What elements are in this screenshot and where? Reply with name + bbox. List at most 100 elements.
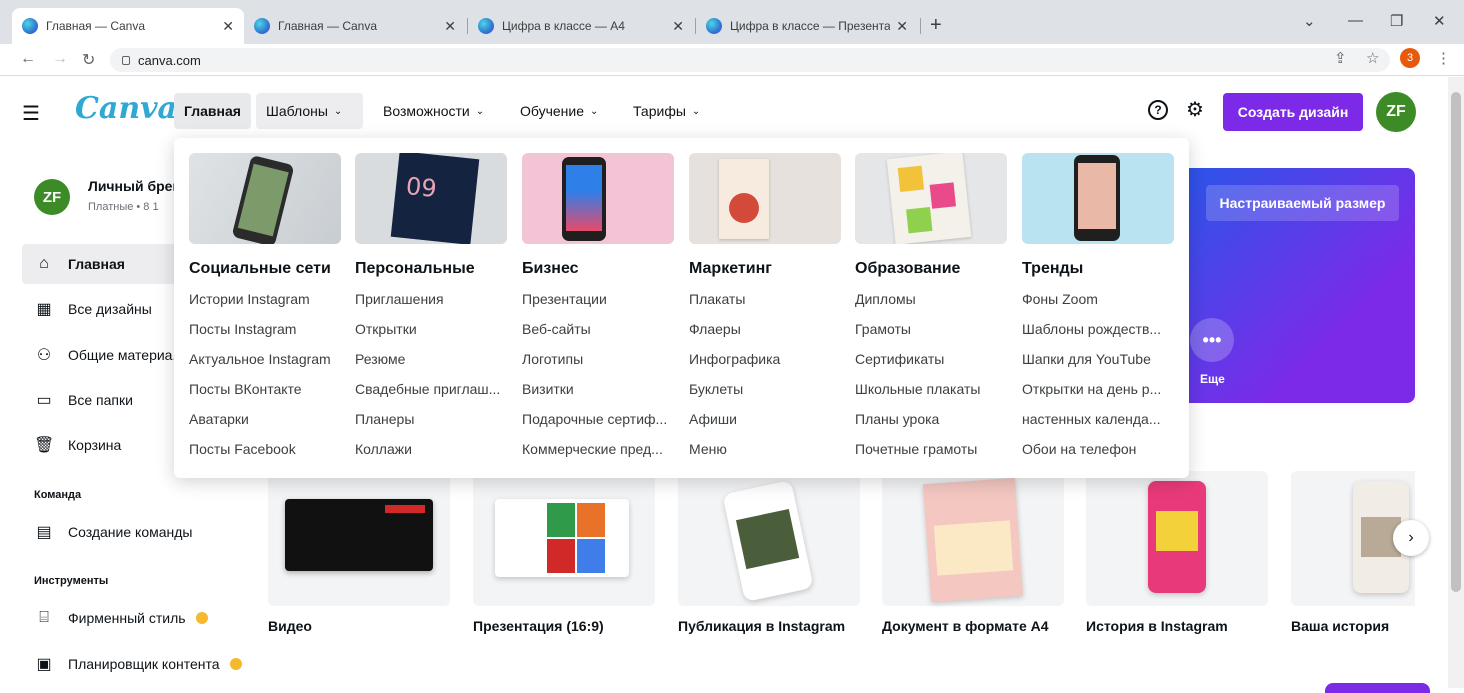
browser-menu-icon[interactable]: ⋮ <box>1436 49 1451 67</box>
design-card-label[interactable]: Презентация (16:9) <box>473 618 604 634</box>
browser-tab[interactable]: Главная — Canva ✕ <box>12 8 244 44</box>
brand-name[interactable]: Личный брен <box>88 178 181 194</box>
floating-action-button[interactable] <box>1325 683 1430 693</box>
help-icon[interactable]: ? <box>1148 100 1168 120</box>
design-card-label[interactable]: История в Instagram <box>1086 618 1228 634</box>
dropdown-link[interactable]: Открытки на день р... <box>1022 381 1174 398</box>
carousel-next-icon[interactable]: › <box>1393 520 1429 556</box>
dropdown-link[interactable]: настенных календа... <box>1022 411 1174 428</box>
design-card-label[interactable]: Ваша история <box>1291 618 1389 634</box>
scrollbar-thumb[interactable] <box>1451 92 1461 592</box>
design-card-a4-document[interactable] <box>882 471 1064 606</box>
dropdown-link[interactable]: Буклеты <box>689 381 841 398</box>
create-design-button[interactable]: Создать дизайн <box>1223 93 1363 131</box>
dropdown-link[interactable]: Посты Instagram <box>189 321 341 338</box>
share-icon[interactable]: ⇪ <box>1334 49 1347 67</box>
dropdown-link[interactable]: Шаблоны рождеств... <box>1022 321 1174 338</box>
trends-thumbnail[interactable] <box>1022 153 1174 244</box>
profile-badge[interactable]: 3 <box>1400 48 1420 68</box>
dropdown-link[interactable]: Грамоты <box>855 321 1007 338</box>
url-field[interactable]: canva.com <box>110 48 1390 72</box>
dropdown-link[interactable]: Презентации <box>522 291 674 308</box>
column-title[interactable]: Образование <box>855 260 1007 278</box>
dropdown-link[interactable]: Инфографика <box>689 351 841 368</box>
dropdown-link[interactable]: Плакаты <box>689 291 841 308</box>
nav-features[interactable]: Возможности ⌄ <box>373 93 494 129</box>
forward-icon[interactable]: → <box>52 50 68 68</box>
design-card-label[interactable]: Публикация в Instagram <box>678 618 845 634</box>
more-options-icon[interactable]: ••• <box>1190 318 1234 362</box>
social-thumbnail[interactable] <box>189 153 341 244</box>
dropdown-link[interactable]: Обои на телефон <box>1022 441 1174 458</box>
dropdown-link[interactable]: Планеры <box>355 411 507 428</box>
dropdown-link[interactable]: Дипломы <box>855 291 1007 308</box>
design-card-label[interactable]: Видео <box>268 618 312 634</box>
column-title[interactable]: Социальные сети <box>189 260 341 278</box>
dropdown-link[interactable]: Истории Instagram <box>189 291 341 308</box>
dropdown-link[interactable]: Аватарки <box>189 411 341 428</box>
education-thumbnail[interactable] <box>855 153 1007 244</box>
dropdown-link[interactable]: Открытки <box>355 321 507 338</box>
reload-icon[interactable]: ↻ <box>82 50 95 70</box>
nav-pricing[interactable]: Тарифы ⌄ <box>623 93 710 129</box>
column-title[interactable]: Тренды <box>1022 260 1174 278</box>
marketing-thumbnail[interactable] <box>689 153 841 244</box>
dropdown-link[interactable]: Почетные грамоты <box>855 441 1007 458</box>
column-title[interactable]: Маркетинг <box>689 260 841 278</box>
close-tab-icon[interactable]: ✕ <box>444 18 456 35</box>
close-tab-icon[interactable]: ✕ <box>896 18 908 35</box>
dropdown-link[interactable]: Посты Facebook <box>189 441 341 458</box>
nav-learn[interactable]: Обучение ⌄ <box>510 93 608 129</box>
tab-search-icon[interactable]: ⌄ <box>1303 12 1316 30</box>
restore-icon[interactable]: ❐ <box>1390 12 1403 30</box>
close-tab-icon[interactable]: ✕ <box>672 18 684 35</box>
dropdown-link[interactable]: Коллажи <box>355 441 507 458</box>
personal-thumbnail[interactable]: 09 <box>355 153 507 244</box>
gear-icon[interactable]: ⚙ <box>1186 97 1204 122</box>
browser-tab[interactable]: Цифра в классе — А4 ✕ <box>468 8 694 44</box>
browser-tab[interactable]: Цифра в классе — Презентации ✕ <box>696 8 918 44</box>
dropdown-link[interactable]: Коммерческие пред... <box>522 441 674 458</box>
dropdown-link[interactable]: Афиши <box>689 411 841 428</box>
dropdown-link[interactable]: Свадебные приглаш... <box>355 381 507 398</box>
column-title[interactable]: Бизнес <box>522 260 674 278</box>
nav-templates[interactable]: Шаблоны ⌄ <box>256 93 363 129</box>
close-window-icon[interactable]: ✕ <box>1433 12 1446 30</box>
canva-logo[interactable]: Canva <box>75 91 177 126</box>
dropdown-link[interactable]: Флаеры <box>689 321 841 338</box>
dropdown-link[interactable]: Визитки <box>522 381 674 398</box>
dropdown-link[interactable]: Сертификаты <box>855 351 1007 368</box>
back-icon[interactable]: ← <box>20 50 36 68</box>
minimize-icon[interactable]: — <box>1348 12 1363 29</box>
column-title[interactable]: Персональные <box>355 260 507 278</box>
dropdown-link[interactable]: Актуальное Instagram <box>189 351 341 368</box>
dropdown-link[interactable]: Меню <box>689 441 841 458</box>
close-tab-icon[interactable]: ✕ <box>222 18 234 35</box>
dropdown-link[interactable]: Подарочные сертиф... <box>522 411 674 428</box>
dropdown-link[interactable]: Веб-сайты <box>522 321 674 338</box>
bookmark-star-icon[interactable]: ☆ <box>1366 49 1379 67</box>
design-card-presentation[interactable] <box>473 471 655 606</box>
nav-home[interactable]: Главная <box>174 93 251 129</box>
sidebar-item-content-planner[interactable]: ▣ Планировщик контента <box>22 644 258 684</box>
business-thumbnail[interactable] <box>522 153 674 244</box>
dropdown-link[interactable]: Школьные плакаты <box>855 381 1007 398</box>
design-card-instagram-post[interactable] <box>678 471 860 606</box>
dropdown-link[interactable]: Приглашения <box>355 291 507 308</box>
new-tab-icon[interactable]: + <box>930 14 942 37</box>
custom-size-button[interactable]: Настраиваемый размер <box>1206 185 1399 221</box>
design-card-label[interactable]: Документ в формате А4 <box>882 618 1049 634</box>
dropdown-link[interactable]: Планы урока <box>855 411 1007 428</box>
browser-tab[interactable]: Главная — Canva ✕ <box>244 8 466 44</box>
dropdown-link[interactable]: Резюме <box>355 351 507 368</box>
sidebar-item-brand-kit[interactable]: ⌸ Фирменный стиль <box>22 598 258 638</box>
design-card-instagram-story[interactable] <box>1086 471 1268 606</box>
brand-avatar[interactable]: ZF <box>34 179 70 215</box>
hamburger-menu-icon[interactable]: ☰ <box>22 101 40 126</box>
dropdown-link[interactable]: Посты ВКонтакте <box>189 381 341 398</box>
dropdown-link[interactable]: Фоны Zoom <box>1022 291 1174 308</box>
sidebar-item-create-team[interactable]: ▤ Создание команды <box>22 512 258 552</box>
avatar[interactable]: ZF <box>1376 92 1416 132</box>
design-card-video[interactable] <box>268 471 450 606</box>
dropdown-link[interactable]: Шапки для YouTube <box>1022 351 1174 368</box>
